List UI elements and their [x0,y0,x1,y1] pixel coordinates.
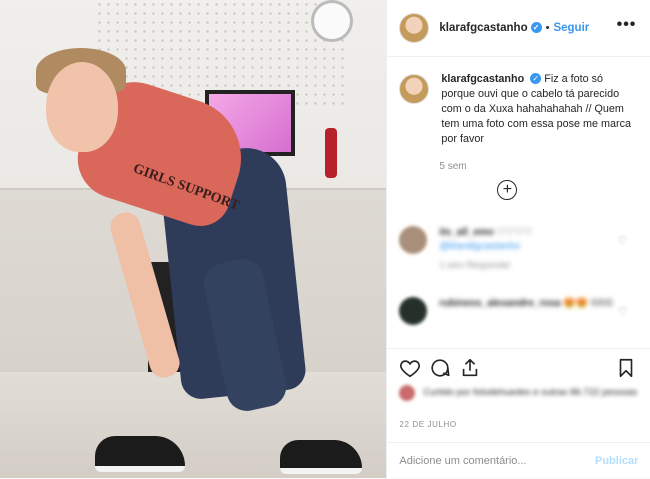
post-photo[interactable]: GIRLS SUPPORT [0,0,387,478]
caption-username[interactable]: klarafgcastanho [441,73,524,85]
action-bar [387,348,650,389]
comment-content: ♡♡♡♡ [496,227,533,238]
post-header: klarafgcastanho ✓ • Seguir ••• [387,0,650,57]
right-sneaker [280,440,362,474]
caption-body: klarafgcastanho ✓ Fiz a foto só porque o… [441,72,637,147]
commenter-username[interactable]: rubineos_alexandre_rosa [439,298,560,309]
save-bookmark-icon[interactable] [615,357,637,379]
comment-item: rubineos_alexandre_rosa 😍😍 ©©© ♡ [399,297,639,325]
caption-avatar[interactable] [399,74,430,104]
load-more-comments-icon[interactable]: + [497,180,518,200]
separator-dot: • [545,22,550,34]
comment-text: its_all_emo ♡♡♡♡ @klarafgcastanho [439,226,532,254]
comment-icon[interactable] [429,357,451,379]
comment-mention[interactable]: @klarafgcastanho [439,241,520,252]
left-sneaker [95,436,185,472]
commenter-avatar[interactable] [399,226,428,254]
caption: klarafgcastanho ✓ Fiz a foto só porque o… [399,72,639,147]
share-icon[interactable] [459,357,481,379]
verified-badge-icon: ✓ [530,73,542,84]
instagram-post: GIRLS SUPPORT klarafgcastanho ✓ • Seguir … [0,0,650,478]
publish-button[interactable]: Publicar [595,455,638,467]
liker-avatar [399,385,416,401]
red-bottle [325,128,337,178]
caption-time[interactable]: 5 sem [439,161,466,172]
post-sidebar: klarafgcastanho ✓ • Seguir ••• klarafgcas… [386,0,650,478]
like-comment-icon[interactable]: ♡ [618,305,628,318]
follow-button[interactable]: Seguir [553,22,589,34]
verified-badge-icon: ✓ [530,22,542,33]
username-link[interactable]: klarafgcastanho ✓ [439,22,542,34]
add-comment-input[interactable]: Adicione um comentário... [399,455,526,467]
comment-item: its_all_emo ♡♡♡♡ @klarafgcastanho 1 sem … [399,226,639,270]
commenter-username[interactable]: its_all_emo [439,227,493,238]
comment-meta: 1 sem Responder [439,260,511,270]
like-comment-icon[interactable]: ♡ [618,234,628,247]
post-date[interactable]: 22 DE JULHO [399,420,456,429]
heart-icon[interactable] [399,357,421,379]
commenter-avatar[interactable] [399,297,428,325]
avatar[interactable] [399,13,430,43]
likes-text: Curtido por fotodehuedes e outras 86.722… [423,387,638,398]
more-options-icon[interactable]: ••• [617,16,637,34]
add-comment-bar: Adicione um comentário... Publicar [387,442,650,479]
person-face [46,62,118,152]
comment-body: its_all_emo ♡♡♡♡ @klarafgcastanho 1 sem … [427,226,532,270]
wall-clock [311,0,353,42]
comment-content: 😍😍 ©©© [563,298,614,309]
username-text: klarafgcastanho [439,22,528,34]
likes-summary[interactable]: Curtido por fotodehuedes e outras 86.722… [399,385,637,401]
comment-text: rubineos_alexandre_rosa 😍😍 ©©© [439,297,613,311]
